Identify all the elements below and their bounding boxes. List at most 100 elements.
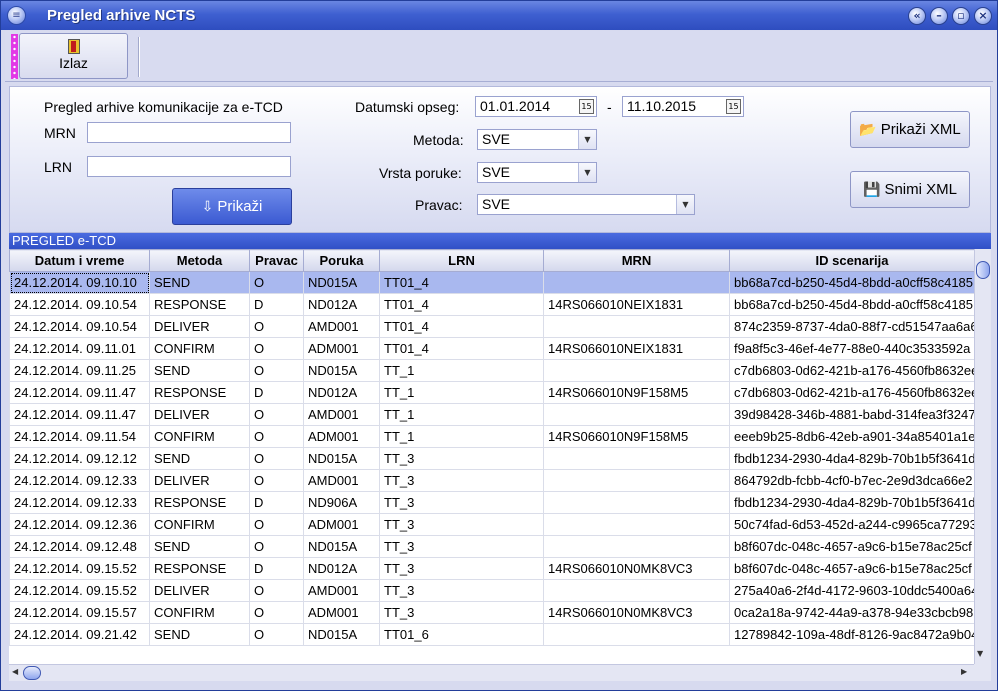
table-cell: TT_3 bbox=[379, 447, 544, 470]
table-row[interactable]: 24.12.2014. 09.15.52 RESPONSE D ND012A TT_3 1… bbox=[9, 557, 974, 580]
minimize-button[interactable]: – bbox=[930, 7, 948, 25]
column-header[interactable]: MRN bbox=[543, 249, 730, 272]
table-cell: DELIVER bbox=[149, 469, 250, 492]
app-window: ≡ Pregled arhive NCTS « – ▫ × Izlaz Preg… bbox=[0, 0, 998, 691]
table-cell: DELIVER bbox=[149, 403, 250, 426]
date-from-picker[interactable]: 01.01.2014 15 bbox=[475, 96, 597, 117]
table-row[interactable]: 24.12.2014. 09.15.57 CONFIRM O ADM001 TT_3 14… bbox=[9, 601, 974, 624]
table-cell: RESPONSE bbox=[149, 381, 250, 404]
table-cell bbox=[543, 623, 730, 646]
calendar-icon[interactable]: 15 bbox=[726, 99, 741, 114]
direction-select[interactable]: SVE ▼ bbox=[477, 194, 695, 215]
table-row[interactable]: 24.12.2014. 09.11.47 DELIVER O AMD001 TT_1 39… bbox=[9, 403, 974, 426]
save-xml-button[interactable]: 💾 Snimi XML bbox=[850, 171, 970, 208]
scroll-left-icon[interactable]: ◀ bbox=[12, 667, 18, 676]
table-cell: c7db6803-0d62-421b-a176-4560fb8632ee bbox=[729, 381, 974, 404]
vertical-scrollbar[interactable]: ▼ bbox=[974, 249, 991, 664]
table-cell: O bbox=[249, 315, 304, 338]
table-row[interactable]: 24.12.2014. 09.12.36 CONFIRM O ADM001 TT_3 50… bbox=[9, 513, 974, 536]
table-cell: TT_3 bbox=[379, 535, 544, 558]
table-cell: TT01_4 bbox=[379, 337, 544, 360]
chevron-down-icon[interactable]: ▼ bbox=[578, 130, 596, 149]
mrn-input[interactable] bbox=[87, 122, 291, 143]
table-cell: fbdb1234-2930-4da4-829b-70b1b5f3641d bbox=[729, 447, 974, 470]
title-bar[interactable]: ≡ Pregled arhive NCTS « – ▫ × bbox=[1, 1, 997, 30]
archive-grid: Datum i vreme Metoda Pravac Poruka LRN MRN ID … bbox=[9, 249, 974, 664]
restore-button[interactable]: ▫ bbox=[952, 7, 970, 25]
table-cell: TT_1 bbox=[379, 359, 544, 382]
table-cell: 0ca2a18a-9742-44a9-a378-94e33cbcb98b bbox=[729, 601, 974, 624]
table-cell: 24.12.2014. 09.10.54 bbox=[9, 293, 150, 316]
close-button[interactable]: × bbox=[974, 7, 992, 25]
table-cell: ND015A bbox=[303, 623, 380, 646]
table-row[interactable]: 24.12.2014. 09.10.54 RESPONSE D ND012A TT01_… bbox=[9, 293, 974, 316]
column-header[interactable]: Pravac bbox=[249, 249, 304, 272]
horizontal-scrollbar[interactable]: ◀ ▶ bbox=[9, 664, 974, 681]
table-cell: ND015A bbox=[303, 271, 380, 294]
table-row[interactable]: 24.12.2014. 09.11.54 CONFIRM O ADM001 TT_1 14… bbox=[9, 425, 974, 448]
toolbar-grip[interactable] bbox=[11, 34, 18, 79]
table-row[interactable]: 24.12.2014. 09.11.47 RESPONSE D ND012A TT_1 1… bbox=[9, 381, 974, 404]
table-cell bbox=[543, 469, 730, 492]
table-cell: O bbox=[249, 513, 304, 536]
scroll-down-icon[interactable]: ▼ bbox=[977, 649, 983, 658]
table-cell: AMD001 bbox=[303, 315, 380, 338]
table-cell: 14RS066010N0MK8VC3 bbox=[543, 557, 730, 580]
table-row[interactable]: 24.12.2014. 09.21.42 SEND O ND015A TT01_6 127… bbox=[9, 623, 974, 646]
exit-button-label: Izlaz bbox=[59, 55, 88, 71]
scroll-right-icon[interactable]: ▶ bbox=[961, 667, 967, 676]
table-cell: SEND bbox=[149, 271, 250, 294]
message-type-select[interactable]: SVE ▼ bbox=[477, 162, 597, 183]
table-cell: b8f607dc-048c-4657-a9c6-b15e78ac25cf bbox=[729, 535, 974, 558]
date-from-value: 01.01.2014 bbox=[480, 98, 551, 114]
exit-button[interactable]: Izlaz bbox=[19, 33, 128, 79]
date-to-value: 11.10.2015 bbox=[627, 98, 697, 114]
table-cell: ND012A bbox=[303, 557, 380, 580]
table-row[interactable]: 24.12.2014. 09.15.52 DELIVER O AMD001 TT_3 27… bbox=[9, 579, 974, 602]
chevron-down-icon[interactable]: ▼ bbox=[676, 195, 694, 214]
date-to-picker[interactable]: 11.10.2015 15 bbox=[622, 96, 744, 117]
table-row[interactable]: 24.12.2014. 09.12.33 RESPONSE D ND906A TT_3 f… bbox=[9, 491, 974, 514]
table-cell: TT_1 bbox=[379, 403, 544, 426]
table-row[interactable]: 24.12.2014. 09.12.33 DELIVER O AMD001 TT_3 86… bbox=[9, 469, 974, 492]
method-select[interactable]: SVE ▼ bbox=[477, 129, 597, 150]
vertical-scroll-thumb[interactable] bbox=[976, 261, 990, 279]
table-row[interactable]: 24.12.2014. 09.10.54 DELIVER O AMD001 TT01_4… bbox=[9, 315, 974, 338]
column-header[interactable]: Datum i vreme bbox=[9, 249, 150, 272]
table-cell: AMD001 bbox=[303, 579, 380, 602]
archive-table: Datum i vreme Metoda Pravac Poruka LRN MRN ID … bbox=[9, 249, 974, 646]
table-cell: 24.12.2014. 09.11.01 bbox=[9, 337, 150, 360]
table-cell bbox=[543, 447, 730, 470]
table-row[interactable]: 24.12.2014. 09.10.10 SEND O ND015A TT01_4 bb6… bbox=[9, 271, 974, 294]
table-cell: ND015A bbox=[303, 535, 380, 558]
calendar-icon[interactable]: 15 bbox=[579, 99, 594, 114]
table-cell bbox=[543, 315, 730, 338]
app-menu-icon[interactable]: ≡ bbox=[7, 6, 26, 25]
table-row[interactable]: 24.12.2014. 09.12.12 SEND O ND015A TT_3 fbdb1… bbox=[9, 447, 974, 470]
table-cell: ND012A bbox=[303, 293, 380, 316]
column-header[interactable]: LRN bbox=[379, 249, 544, 272]
chevron-down-icon[interactable]: ▼ bbox=[578, 163, 596, 182]
table-cell: 874c2359-8737-4da0-88f7-cd51547aa6a6 bbox=[729, 315, 974, 338]
table-cell: 24.12.2014. 09.12.12 bbox=[9, 447, 150, 470]
column-header[interactable]: Poruka bbox=[303, 249, 380, 272]
table-cell: f9a8f5c3-46ef-4e77-88e0-440c3533592a bbox=[729, 337, 974, 360]
lrn-input[interactable] bbox=[87, 156, 291, 177]
help-button[interactable]: « bbox=[908, 7, 926, 25]
method-select-value: SVE bbox=[482, 131, 511, 147]
table-cell: 14RS066010N0MK8VC3 bbox=[543, 601, 730, 624]
table-row[interactable]: 24.12.2014. 09.11.01 CONFIRM O ADM001 TT01_4… bbox=[9, 337, 974, 360]
show-xml-button[interactable]: 📂 Prikaži XML bbox=[850, 111, 970, 148]
table-row[interactable]: 24.12.2014. 09.11.25 SEND O ND015A TT_1 c7db6… bbox=[9, 359, 974, 382]
window-title: Pregled arhive NCTS bbox=[47, 7, 196, 24]
table-cell: TT01_6 bbox=[379, 623, 544, 646]
table-header-row: Datum i vreme Metoda Pravac Poruka LRN MRN ID … bbox=[9, 249, 974, 272]
table-cell: AMD001 bbox=[303, 469, 380, 492]
column-header[interactable]: ID scenarija bbox=[729, 249, 974, 272]
date-separator: - bbox=[607, 99, 612, 115]
table-cell: ND015A bbox=[303, 359, 380, 382]
column-header[interactable]: Metoda bbox=[149, 249, 250, 272]
horizontal-scroll-thumb[interactable] bbox=[23, 666, 41, 680]
table-row[interactable]: 24.12.2014. 09.12.48 SEND O ND015A TT_3 b8f60… bbox=[9, 535, 974, 558]
show-button[interactable]: ⇩ Prikaži bbox=[172, 188, 292, 225]
